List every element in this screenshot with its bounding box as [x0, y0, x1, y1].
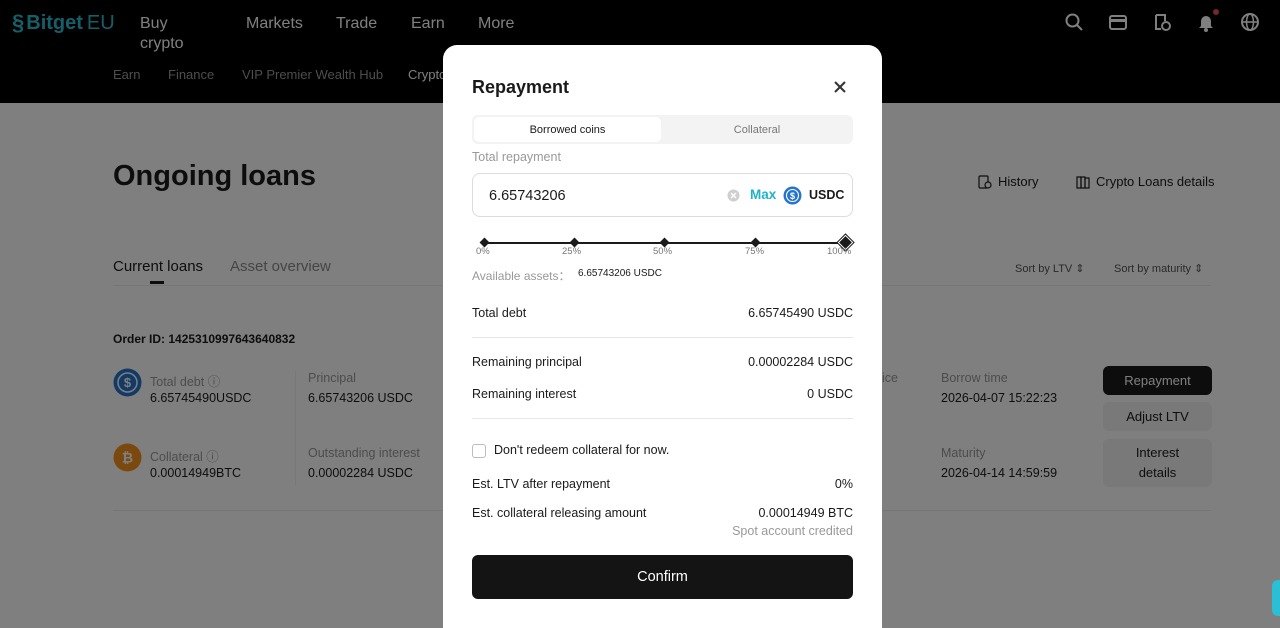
est-ltv-value: 0% [834, 477, 853, 491]
tab-collateral[interactable]: Collateral [663, 117, 851, 142]
repayment-amount-box: Max $ USDC [472, 173, 853, 217]
divider [472, 337, 853, 338]
usdc-coin-icon: $ [783, 186, 802, 205]
max-button[interactable]: Max [750, 187, 776, 202]
divider [472, 418, 853, 419]
slider-tick-label: 50% [653, 246, 673, 257]
remaining-principal-value: 0.00002284 USDC [748, 355, 853, 369]
total-debt-label: Total debt [472, 306, 527, 320]
est-release-label: Est. collateral releasing amount [472, 506, 647, 520]
slider-tick-label: 25% [562, 246, 582, 257]
svg-text:$: $ [790, 191, 795, 201]
total-debt-value: 6.65745490 USDC [748, 306, 853, 320]
slider-tick-label: 75% [745, 246, 765, 257]
support-chat-tab[interactable] [1272, 580, 1280, 616]
slider-tick-label: 0% [476, 246, 490, 257]
modal-title: Repayment [472, 77, 570, 97]
repayment-modal: Repayment Borrowed coins Collateral Tota… [443, 45, 882, 628]
clear-icon[interactable] [727, 189, 740, 202]
confirm-button[interactable]: Confirm [472, 555, 853, 599]
est-ltv-label: Est. LTV after repayment [472, 477, 611, 491]
close-icon[interactable] [832, 79, 848, 95]
available-assets-label: Available assets： [472, 269, 571, 283]
dont-redeem-label[interactable]: Don't redeem collateral for now. [494, 443, 669, 457]
remaining-principal-label: Remaining principal [472, 355, 582, 369]
est-release-value: 0.00014949 BTC [758, 506, 853, 520]
remaining-interest-label: Remaining interest [472, 387, 577, 401]
slider-tick-label: 100% [827, 246, 852, 257]
remaining-interest-value: 0 USDC [807, 387, 853, 401]
repayment-amount-input[interactable] [489, 186, 719, 206]
available-assets-value: 6.65743206 USDC [578, 268, 662, 279]
tab-borrowed-coins[interactable]: Borrowed coins [474, 117, 661, 142]
total-repayment-label: Total repayment [472, 150, 561, 164]
repayment-type-toggle: Borrowed coins Collateral [472, 115, 853, 144]
coin-code: USDC [809, 188, 845, 202]
dont-redeem-checkbox[interactable] [472, 444, 486, 458]
spot-account-note: Spot account credited [732, 524, 853, 538]
